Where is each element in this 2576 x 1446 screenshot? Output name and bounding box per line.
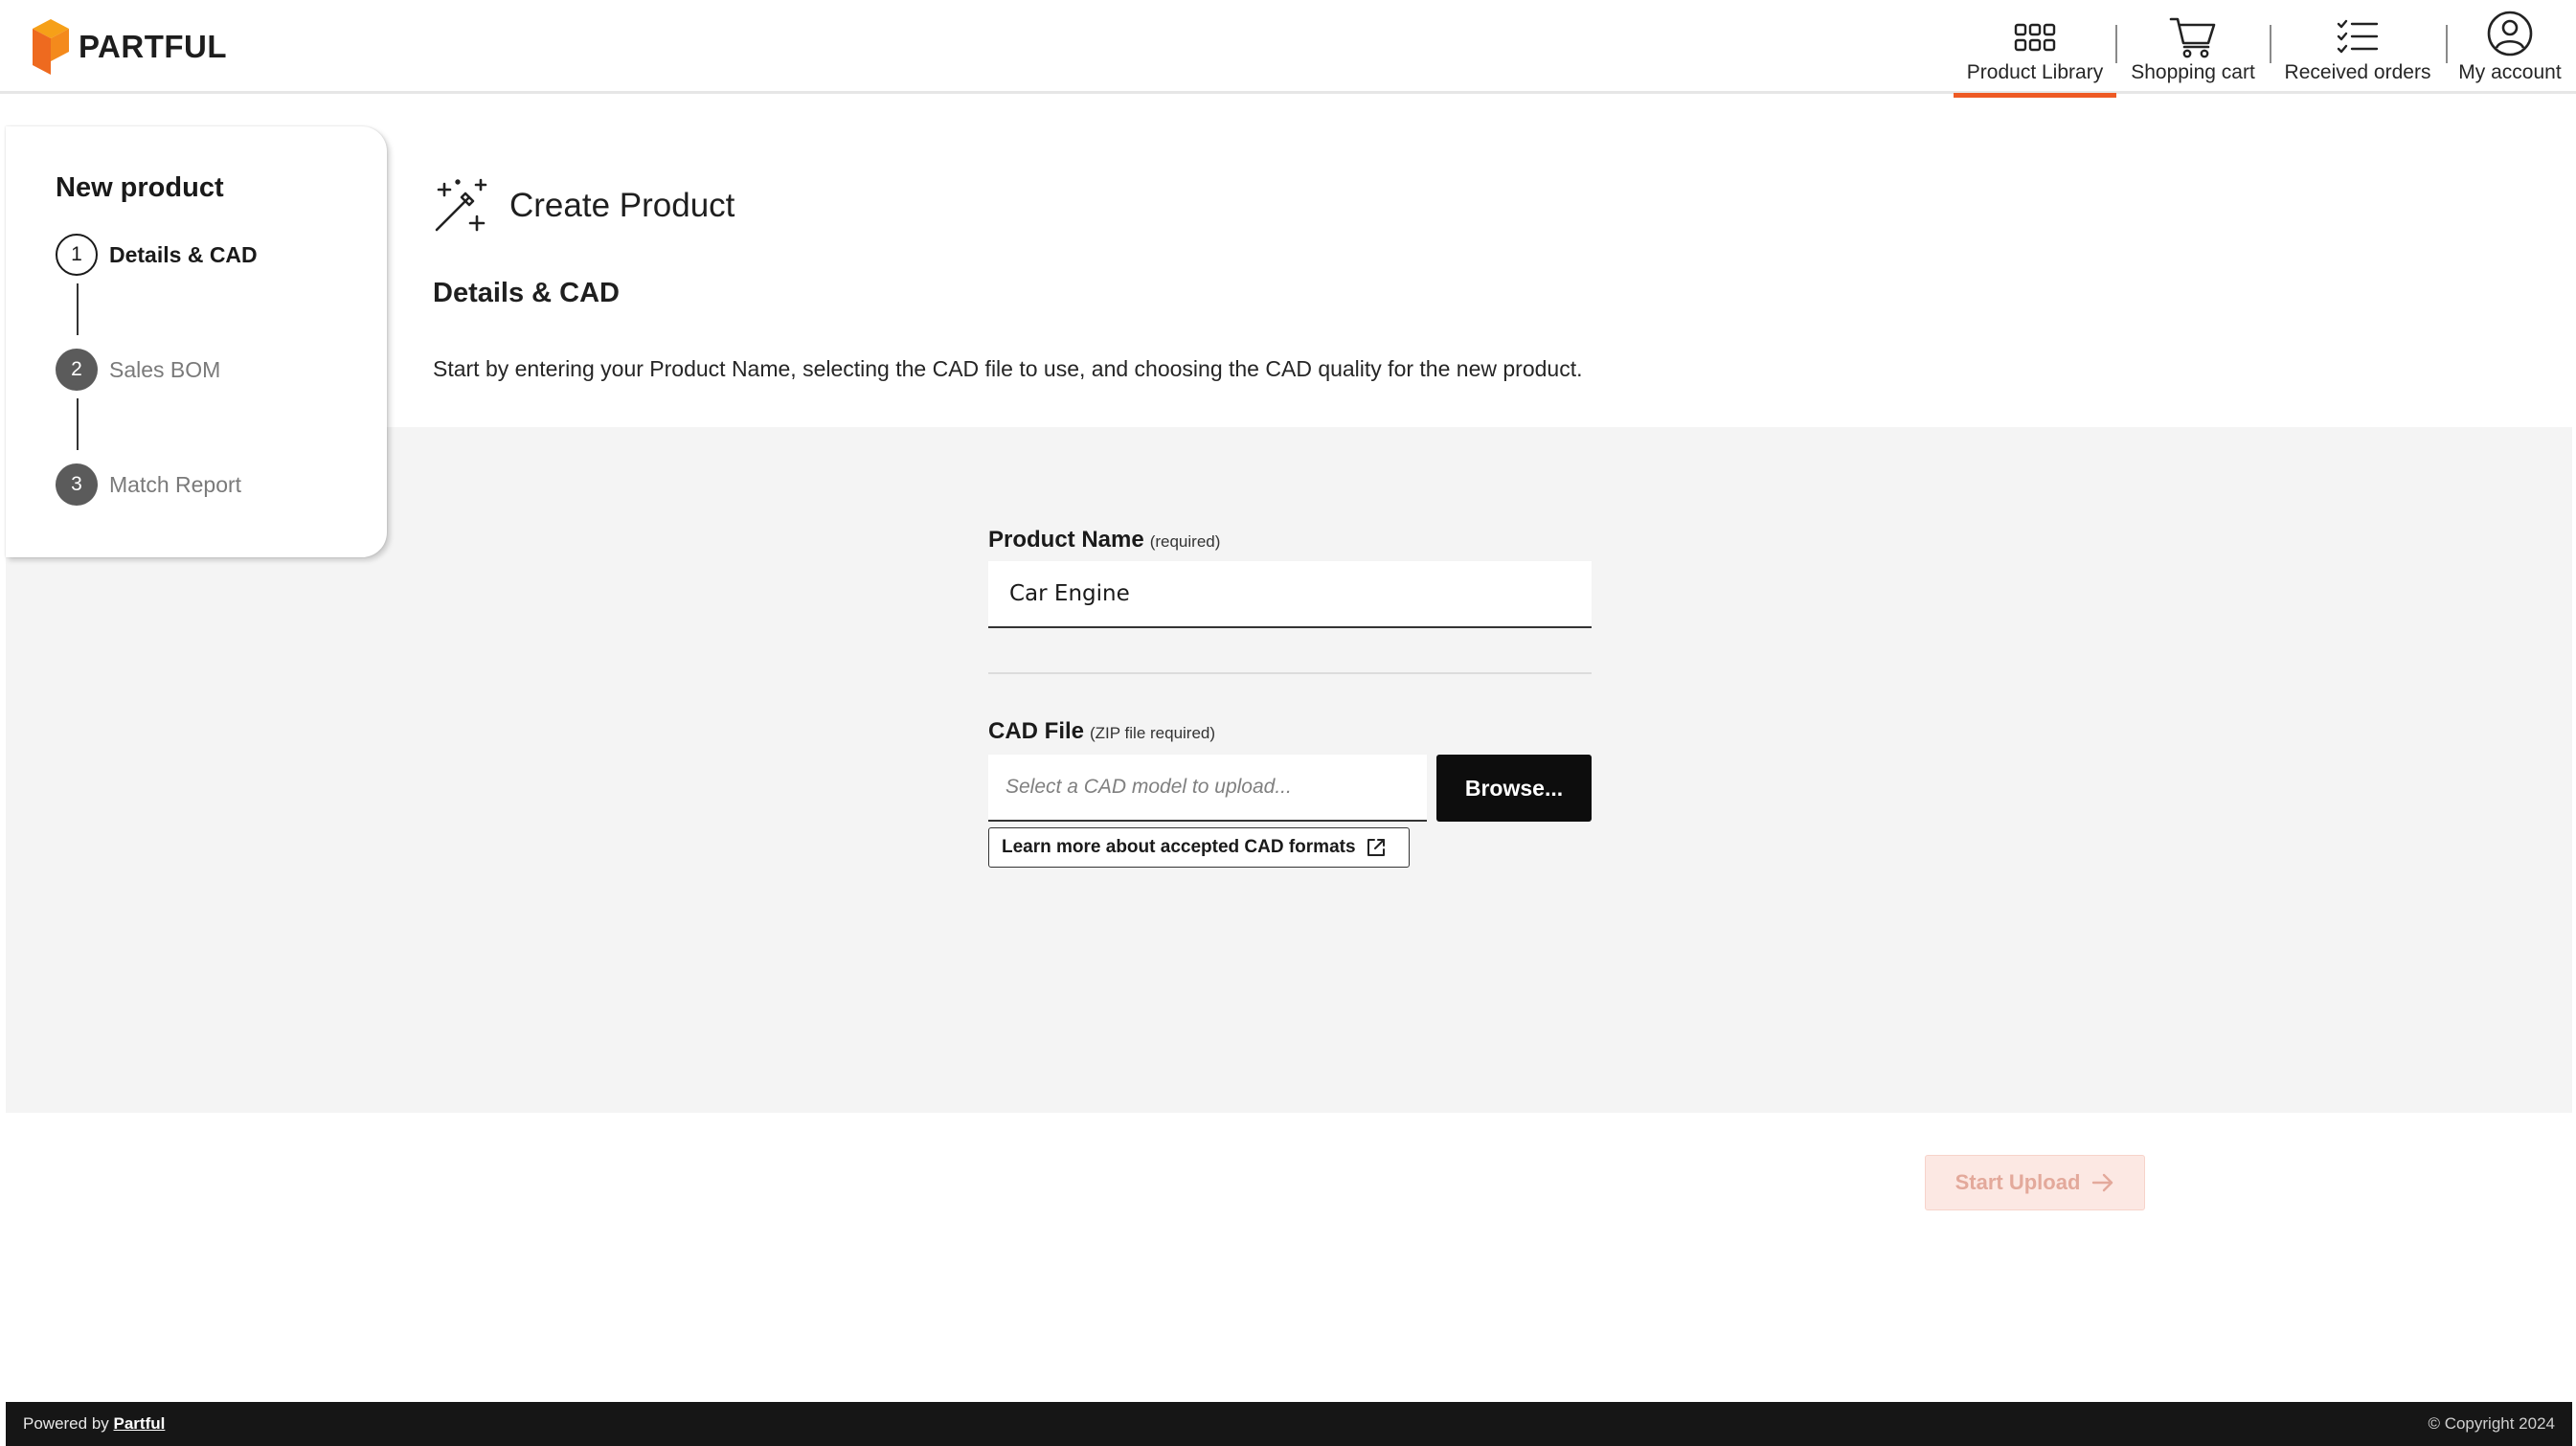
checklist-icon (2337, 17, 2379, 57)
arrow-right-icon (2092, 1173, 2113, 1192)
powered-by-text: Powered by (23, 1414, 109, 1433)
external-link-icon (1367, 839, 1385, 856)
nav-my-account[interactable]: My account (2453, 0, 2566, 94)
cad-file-label-text: CAD File (988, 718, 1085, 744)
partful-logo-mark-icon (33, 19, 69, 75)
nav-product-library[interactable]: Product Library (1954, 0, 2116, 98)
product-name-input[interactable] (988, 561, 1592, 628)
copyright: © Copyright 2024 (2428, 1414, 2555, 1433)
start-upload-label: Start Upload (1955, 1170, 2081, 1194)
top-header: PARTFUL Product Library Shopping cart Re… (0, 0, 2576, 98)
cad-file-input[interactable] (988, 755, 1427, 822)
step-label: Sales BOM (109, 356, 221, 382)
nav-separator (2115, 25, 2117, 63)
partful-logo[interactable]: PARTFUL (33, 19, 227, 75)
step-label: Match Report (109, 471, 242, 497)
partful-footer-link[interactable]: Partful (114, 1414, 166, 1433)
step-label: Details & CAD (109, 241, 258, 267)
nav-received-orders[interactable]: Received orders (2281, 0, 2434, 94)
nav-label: Product Library (1966, 61, 2104, 83)
nav-shopping-cart[interactable]: Shopping cart (2124, 0, 2262, 94)
start-upload-button[interactable]: Start Upload (1925, 1155, 2145, 1210)
stepper-title: New product (56, 172, 224, 203)
browse-button[interactable]: Browse... (1436, 755, 1592, 822)
step-connector (77, 283, 79, 335)
step-number: 3 (56, 463, 98, 506)
learn-more-cad-formats-link[interactable]: Learn more about accepted CAD formats (988, 827, 1410, 868)
cart-icon (2169, 17, 2217, 58)
powered-by: Powered by Partful (23, 1414, 165, 1434)
nav-label: Received orders (2284, 61, 2431, 83)
new-product-stepper: New product 1 Details & CAD 2 Sales BOM … (6, 126, 387, 557)
form-divider (988, 672, 1592, 674)
page-header: Create Product (433, 178, 734, 234)
intro-text: Start by entering your Product Name, sel… (433, 356, 1583, 381)
required-hint: (required) (1149, 532, 1221, 551)
step-number: 1 (56, 234, 98, 276)
page-footer: Powered by Partful © Copyright 2024 (6, 1402, 2572, 1446)
step-sales-bom[interactable]: 2 Sales BOM (56, 349, 220, 391)
zip-required-hint: (ZIP file required) (1090, 724, 1216, 742)
grid-icon (2014, 17, 2056, 57)
nav-label: My account (2458, 61, 2562, 83)
nav-separator (2446, 25, 2448, 63)
cad-file-label: CAD File (ZIP file required) (988, 718, 1215, 745)
brand-name: PARTFUL (79, 29, 228, 64)
product-name-label-text: Product Name (988, 527, 1144, 553)
step-number: 2 (56, 349, 98, 391)
user-circle-icon (2486, 11, 2534, 57)
section-title: Details & CAD (433, 278, 620, 308)
step-match-report[interactable]: 3 Match Report (56, 463, 241, 506)
nav-separator (2270, 25, 2271, 63)
nav-label: Shopping cart (2131, 61, 2255, 83)
product-name-label: Product Name (required) (988, 527, 1220, 554)
page-title: Create Product (509, 187, 735, 224)
learn-more-label: Learn more about accepted CAD formats (1002, 837, 1356, 857)
step-details-cad[interactable]: 1 Details & CAD (56, 234, 258, 276)
magic-wand-icon (435, 178, 487, 232)
step-connector (77, 398, 79, 450)
